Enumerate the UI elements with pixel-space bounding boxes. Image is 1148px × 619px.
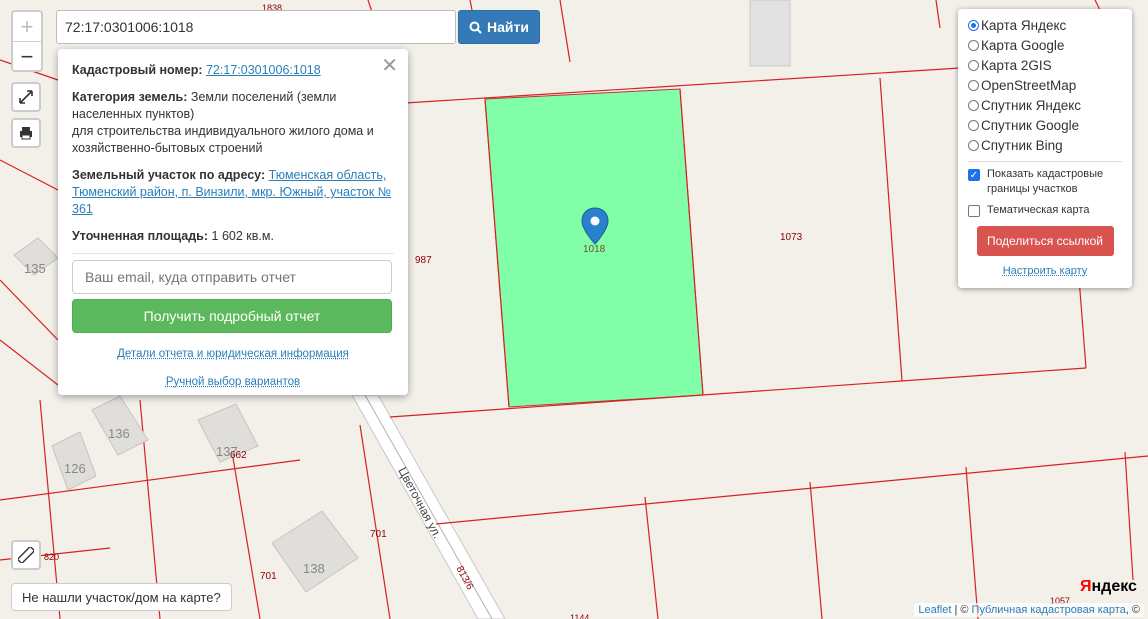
- expand-icon: [19, 90, 33, 104]
- parcel-label: 820: [44, 552, 59, 562]
- cadastral-label: Кадастровый номер:: [72, 63, 203, 77]
- address-label: Земельный участок по адресу:: [72, 168, 266, 182]
- area-value: 1 602 кв.м.: [211, 229, 274, 243]
- fullscreen-button[interactable]: [11, 82, 41, 112]
- building-label: 135: [24, 261, 46, 276]
- layer-option[interactable]: Карта Google: [968, 35, 1122, 55]
- category-label: Категория земель:: [72, 90, 188, 104]
- yandex-logo: Яндекс: [1080, 578, 1137, 596]
- printer-icon: [20, 127, 32, 140]
- layer-label: Карта Яндекс: [981, 17, 1067, 33]
- layer-option[interactable]: Спутник Bing: [968, 135, 1122, 155]
- radio-button[interactable]: [968, 59, 979, 71]
- radio-button[interactable]: [968, 119, 979, 131]
- layer-label: Спутник Bing: [981, 137, 1063, 153]
- get-report-button[interactable]: Получить подробный отчет: [72, 299, 392, 333]
- category-use: для строительства индивидуального жилого…: [72, 124, 374, 155]
- manual-select-link[interactable]: Ручной выбор вариантов: [166, 376, 300, 388]
- attribution-sep: | ©: [951, 604, 972, 616]
- share-link-button[interactable]: Поделиться ссылкой: [976, 226, 1114, 256]
- zoom-out-button[interactable]: −: [13, 42, 41, 71]
- zoom-in-button[interactable]: +: [13, 12, 41, 42]
- building-label: 137: [216, 444, 238, 459]
- layer-label: Карта Google: [981, 37, 1065, 53]
- search-button[interactable]: Найти: [458, 10, 540, 44]
- category-row: Категория земель: Земли поселений (земли…: [72, 89, 394, 157]
- radio-button[interactable]: [968, 139, 979, 151]
- ruler-icon: [18, 547, 34, 563]
- layer-option[interactable]: Карта Яндекс: [968, 15, 1122, 35]
- layer-option[interactable]: Спутник Яндекс: [968, 95, 1122, 115]
- building-label: 126: [64, 461, 86, 476]
- parcel-label: 987: [415, 255, 432, 266]
- building-label: 136: [108, 426, 130, 441]
- layers-panel: Карта Яндекс Карта Google Карта 2GIS Ope…: [958, 9, 1132, 288]
- layer-label: OpenStreetMap: [981, 77, 1077, 93]
- yandex-logo-first: Я: [1080, 578, 1092, 595]
- parcel-label: 701: [370, 529, 387, 540]
- show-borders-toggle[interactable]: ✓ Показать кадастровые границы участков: [968, 167, 1122, 197]
- checkbox[interactable]: [968, 205, 980, 217]
- attribution: Leaflet | © Публичная кадастровая карта,…: [914, 603, 1144, 617]
- close-icon[interactable]: ✕: [381, 53, 398, 78]
- parcel-label: 1018: [583, 244, 606, 255]
- not-found-button[interactable]: Не нашли участок/дом на карте?: [11, 583, 232, 611]
- manual-link-row: Ручной выбор вариантов: [72, 376, 394, 388]
- parcel-label: 1144: [570, 613, 589, 619]
- layer-option[interactable]: Спутник Google: [968, 115, 1122, 135]
- show-borders-label: Показать кадастровые границы участков: [987, 168, 1104, 195]
- details-link-row: Детали отчета и юридическая информация: [72, 348, 394, 360]
- configure-row: Настроить карту: [968, 265, 1122, 277]
- area-row: Уточненная площадь: 1 602 кв.м.: [72, 228, 394, 245]
- layer-label: Спутник Google: [981, 117, 1080, 133]
- layer-option[interactable]: Карта 2GIS: [968, 55, 1122, 75]
- radio-button[interactable]: [968, 39, 979, 51]
- print-button[interactable]: [11, 118, 41, 148]
- yandex-logo-rest: ндекс: [1091, 578, 1137, 595]
- email-field[interactable]: [72, 260, 392, 294]
- details-link[interactable]: Детали отчета и юридическая информация: [117, 348, 349, 360]
- radio-button[interactable]: [968, 19, 979, 31]
- radio-button[interactable]: [968, 99, 979, 111]
- checkbox[interactable]: ✓: [968, 169, 980, 181]
- parcel-info-popup: ✕ Кадастровый номер: 72:17:0301006:1018 …: [58, 49, 408, 395]
- address-row: Земельный участок по адресу: Тюменская о…: [72, 167, 394, 218]
- building-label: 138: [303, 561, 325, 576]
- leaflet-link[interactable]: Leaflet: [918, 604, 951, 616]
- parcel-label: 1073: [780, 232, 803, 243]
- radio-button[interactable]: [968, 79, 979, 91]
- cadastral-number-link[interactable]: 72:17:0301006:1018: [206, 63, 321, 77]
- cadastral-map-link[interactable]: Публичная кадастровая карта: [972, 604, 1126, 616]
- thematic-map-toggle[interactable]: Тематическая карта: [968, 203, 1122, 218]
- search-button-label: Найти: [487, 19, 529, 35]
- zoom-control: + −: [11, 10, 43, 72]
- layer-label: Карта 2GIS: [981, 57, 1052, 73]
- attribution-tail: , ©: [1125, 604, 1140, 616]
- layer-label: Спутник Яндекс: [981, 97, 1082, 113]
- thematic-label: Тематическая карта: [987, 204, 1090, 216]
- cadastral-search-input[interactable]: [56, 10, 456, 44]
- layer-option[interactable]: OpenStreetMap: [968, 75, 1122, 95]
- area-label: Уточненная площадь:: [72, 229, 209, 243]
- parcel-label: 701: [260, 571, 277, 582]
- configure-map-link[interactable]: Настроить карту: [1003, 265, 1088, 277]
- search-icon: [469, 21, 482, 34]
- ruler-button[interactable]: [11, 540, 41, 570]
- cadastral-number-row: Кадастровый номер: 72:17:0301006:1018: [72, 62, 394, 79]
